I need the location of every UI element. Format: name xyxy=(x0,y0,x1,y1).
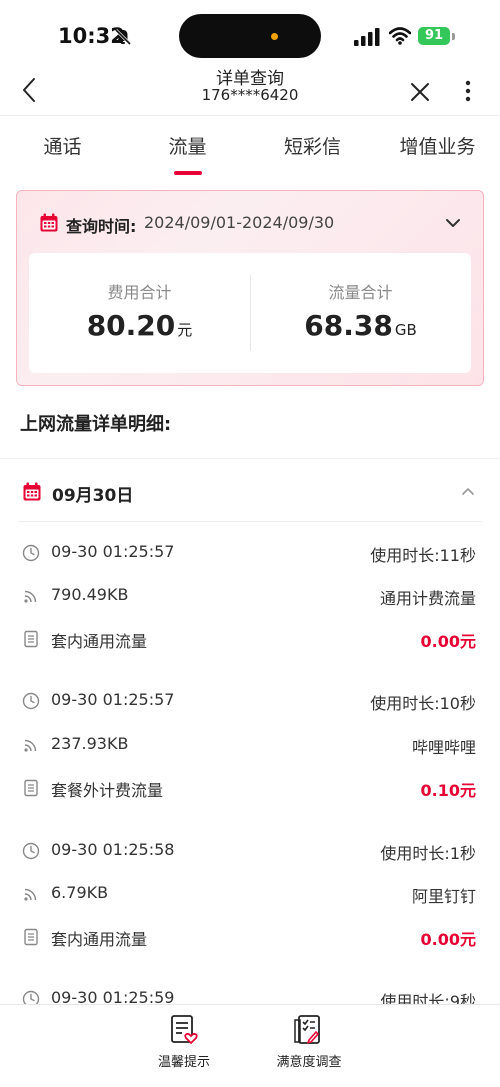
tab-bar: 通话 流量 短彩信 增值业务 xyxy=(0,116,500,178)
record-fee-row: 套内通用流量 0.00元 xyxy=(0,624,500,654)
query-summary-card: 查询时间: 2024/09/01-2024/09/30 费用合计 80.20 元 … xyxy=(16,190,484,386)
close-icon[interactable] xyxy=(408,80,432,104)
tab-sms-mms[interactable]: 短彩信 xyxy=(250,116,375,178)
chevron-up-icon[interactable] xyxy=(461,486,475,496)
document-icon xyxy=(24,630,38,648)
totals-panel: 费用合计 80.20 元 流量合计 68.38 GB xyxy=(29,253,471,373)
record-app: 通用计费流量 xyxy=(379,589,476,608)
record-fee: 0.00元 xyxy=(420,930,476,949)
survey-button[interactable]: 满意度调查 xyxy=(264,1013,354,1070)
data-signal-icon xyxy=(24,739,37,752)
bell-muted-icon xyxy=(114,28,132,46)
record-fee-row: 套内通用流量 0.00元 xyxy=(0,922,500,952)
data-signal-icon xyxy=(24,888,37,901)
tab-active-indicator xyxy=(173,171,202,175)
tab-calls[interactable]: 通话 xyxy=(0,116,125,178)
record-time: 09-30 01:25:57 xyxy=(51,690,175,709)
query-time-range[interactable]: 2024/09/01-2024/09/30 xyxy=(144,213,334,232)
query-time-label: 查询时间: xyxy=(66,217,137,236)
document-icon xyxy=(24,928,38,946)
record-app: 阿里钉钉 xyxy=(411,887,476,906)
cellular-signal-icon xyxy=(354,28,380,46)
clock-icon xyxy=(22,692,40,710)
battery-tip xyxy=(452,33,455,40)
tab-data[interactable]: 流量 xyxy=(125,116,250,178)
record-package: 套餐外计费流量 xyxy=(51,781,164,800)
record-time-row: 09-30 01:25:57 使用时长:10秒 xyxy=(0,686,500,716)
clock-icon xyxy=(22,544,40,562)
record-package: 套内通用流量 xyxy=(51,930,148,949)
record-fee: 0.00元 xyxy=(420,632,476,651)
record-size: 6.79KB xyxy=(51,883,109,902)
record-size: 790.49KB xyxy=(51,585,129,604)
battery-indicator: 91 xyxy=(418,27,450,45)
tips-icon xyxy=(171,1015,198,1045)
survey-icon xyxy=(294,1015,320,1044)
record-time-row: 09-30 01:25:58 使用时长:1秒 xyxy=(0,836,500,866)
data-total: 流量合计 68.38 GB xyxy=(250,253,471,373)
section-divider xyxy=(0,458,500,459)
tips-button[interactable]: 温馨提示 xyxy=(139,1013,229,1070)
record-usage-row: 6.79KB 阿里钉钉 xyxy=(0,879,500,909)
record-size: 237.93KB xyxy=(51,734,129,753)
tips-label: 温馨提示 xyxy=(157,1055,210,1070)
record-time: 09-30 01:25:57 xyxy=(51,542,175,561)
document-icon xyxy=(24,779,38,797)
clock-icon xyxy=(22,842,40,860)
data-signal-icon xyxy=(24,590,37,603)
group-date: 09月30日 xyxy=(52,486,134,506)
tab-value-added[interactable]: 增值业务 xyxy=(375,116,500,178)
record-usage-row: 237.93KB 哔哩哔哩 xyxy=(0,730,500,760)
chevron-down-icon[interactable] xyxy=(445,217,461,229)
record-fee: 0.10元 xyxy=(420,781,476,800)
record-app: 哔哩哔哩 xyxy=(411,738,476,757)
data-total-value: 68.38 GB xyxy=(304,309,417,342)
record-fee-row: 套餐外计费流量 0.10元 xyxy=(0,773,500,803)
record-duration: 使用时长:10秒 xyxy=(370,694,476,713)
fee-total: 费用合计 80.20 元 xyxy=(29,253,250,373)
calendar-icon xyxy=(23,482,41,501)
date-group-header[interactable]: 09月30日 xyxy=(0,472,500,512)
wifi-icon xyxy=(389,27,411,45)
calendar-icon xyxy=(40,213,58,232)
record-duration: 使用时长:11秒 xyxy=(370,546,476,565)
fee-total-label: 费用合计 xyxy=(107,283,172,302)
nav-header: 详单查询 176****6420 xyxy=(0,60,500,116)
data-total-label: 流量合计 xyxy=(328,283,393,302)
bottom-action-bar: 温馨提示 满意度调查 xyxy=(0,1004,500,1087)
record-time-row: 09-30 01:25:57 使用时长:11秒 xyxy=(0,538,500,568)
fee-total-value: 80.20 元 xyxy=(86,309,193,342)
record-duration: 使用时长:1秒 xyxy=(380,844,476,863)
dynamic-island xyxy=(179,14,321,58)
more-options-icon[interactable] xyxy=(458,78,478,104)
record-usage-row: 790.49KB 通用计费流量 xyxy=(0,581,500,611)
record-time: 09-30 01:25:58 xyxy=(51,840,175,859)
survey-label: 满意度调查 xyxy=(276,1055,342,1070)
record-package: 套内通用流量 xyxy=(51,632,148,651)
detail-section-title: 上网流量详单明细: xyxy=(20,414,172,435)
group-divider xyxy=(18,521,482,522)
